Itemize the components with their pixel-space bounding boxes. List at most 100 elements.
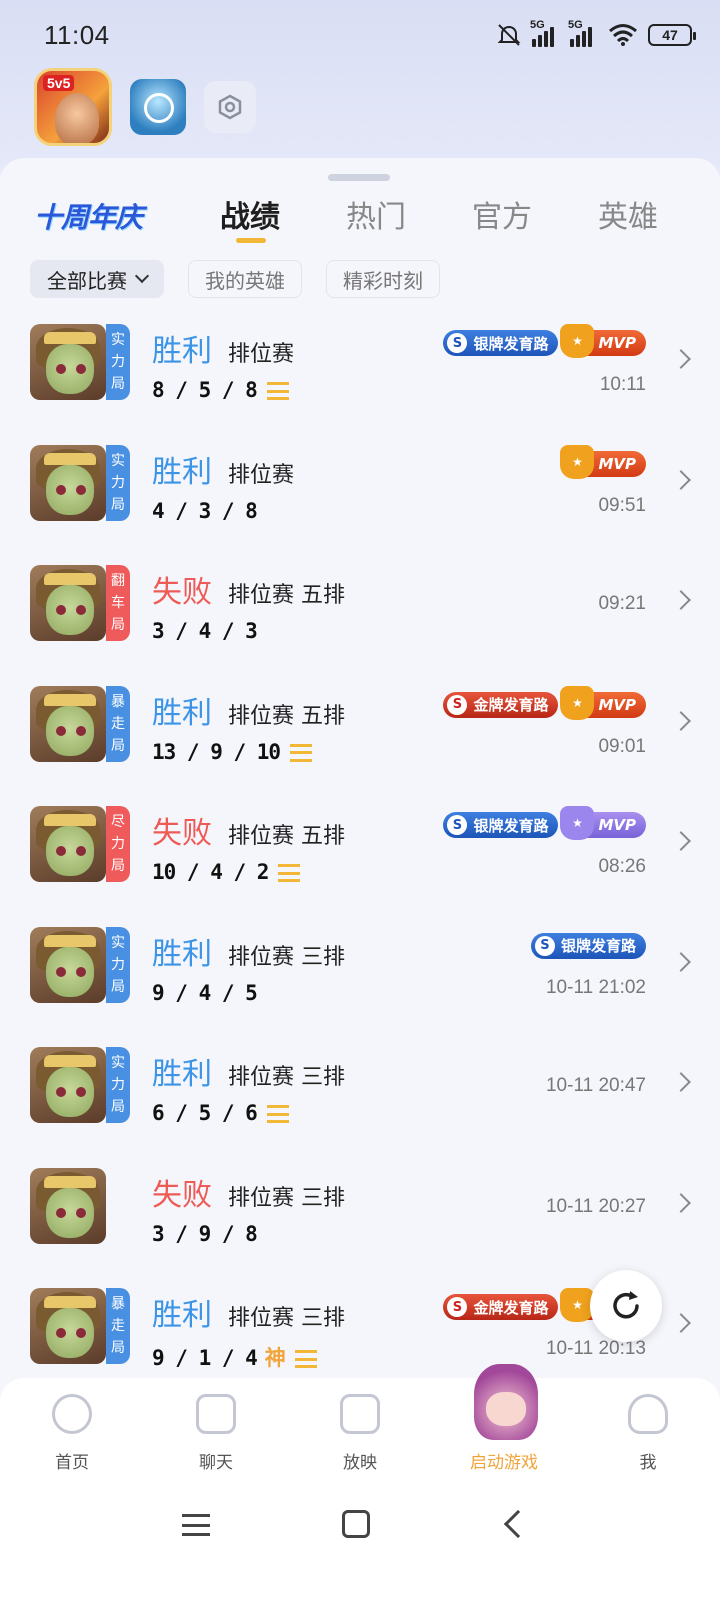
nav-chat[interactable]: 聊天 [144, 1378, 288, 1488]
match-mode: 排位赛 五排 [228, 703, 345, 729]
medal-icon: S [447, 815, 468, 835]
nav-chat-label: 聊天 [199, 1453, 233, 1473]
match-mode: 排位赛 五排 [228, 583, 345, 608]
tier-label: 暴走局 [106, 685, 130, 762]
nav-launch-game[interactable]: 启动游戏 [432, 1364, 576, 1488]
back-icon[interactable] [503, 1509, 533, 1539]
match-result: 失败 [152, 575, 212, 610]
badge-group: S 银牌发育路 ★ MVP [443, 324, 646, 358]
details-menu-icon [294, 1350, 317, 1368]
chevron-right-icon [671, 951, 691, 972]
tier-label: 暴走局 [106, 1288, 130, 1364]
compass-icon [52, 1394, 92, 1434]
chevron-right-icon [671, 1072, 691, 1092]
nav-me[interactable]: 我 [576, 1378, 720, 1488]
match-row[interactable]: 实力局胜利 排位赛 4 / 3 / 8 ★ MVP 09:51 [0, 444, 720, 565]
details-menu-icon [266, 1105, 289, 1123]
match-mode: 排位赛 三排 [228, 1185, 345, 1211]
home-icon[interactable] [342, 1510, 370, 1538]
anniversary-logo: 十周年庆 [34, 201, 143, 234]
kda: 13 / 9 / 10 [152, 740, 313, 764]
tab-records[interactable]: 战绩 [220, 192, 346, 243]
tier-label: 实力局 [106, 926, 130, 1003]
lane-medal-badge: S 银牌发育路 [443, 812, 559, 838]
match-time: 10-11 20:47 [545, 1075, 646, 1096]
kda: 4 / 3 / 8 [152, 498, 258, 523]
trophy-icon: ★ [560, 685, 595, 720]
match-time: 09:01 [598, 735, 646, 757]
match-row[interactable]: 实力局胜利 排位赛 8 / 5 / 8 S 银牌发育路 ★ MVP 10:11 [0, 324, 720, 444]
drag-handle[interactable] [328, 174, 390, 181]
medal-icon: S [447, 1297, 468, 1317]
match-time: 09:51 [598, 494, 646, 516]
tier-label: 实力局 [106, 444, 130, 521]
kda: 9 / 4 / 5 [152, 980, 258, 1005]
match-mode: 排位赛 三排 [228, 1065, 345, 1090]
tab-heroes[interactable]: 英雄 [598, 192, 720, 236]
status-bar: 11:04 5G 5G 47 [0, 0, 720, 68]
user-icon [628, 1394, 668, 1434]
secondary-app-icon[interactable] [130, 79, 186, 135]
chevron-right-icon [671, 349, 691, 369]
nav-home-label: 首页 [55, 1453, 89, 1473]
match-row[interactable]: 暴走局胜利 排位赛 五排 13 / 9 / 10 S 金牌发育路 ★ MVP 09:01 [0, 685, 720, 806]
mvp-badge: ★MVP [560, 324, 646, 358]
kda: 8 / 5 / 8 [152, 378, 289, 402]
recents-icon[interactable] [182, 1514, 210, 1536]
match-time: 08:26 [598, 856, 646, 877]
my-heroes-filter[interactable]: 我的英雄 [188, 260, 302, 298]
trophy-icon: ★ [560, 444, 595, 479]
match-row[interactable]: 翻车局失败 排位赛 五排 3 / 4 / 3 09:21 [0, 565, 720, 685]
kda: 9 / 1 / 4神 [152, 1342, 317, 1372]
chevron-right-icon [671, 1192, 691, 1213]
nav-launch-game-label: 启动游戏 [470, 1453, 538, 1473]
badge-group: S 银牌发育路 ★ MVP [443, 806, 646, 840]
tab-official[interactable]: 官方 [472, 192, 598, 236]
tab-hot[interactable]: 热门 [346, 192, 472, 236]
system-nav-bar [0, 1488, 720, 1600]
hero-avatar [30, 1167, 106, 1244]
mvp-badge: ★MVP [560, 806, 646, 840]
signal-1-icon: 5G [530, 19, 560, 47]
match-row[interactable]: 实力局胜利 排位赛 三排 6 / 5 / 6 10-11 20:47 [0, 1047, 720, 1167]
details-menu-icon [290, 743, 313, 762]
details-menu-icon [266, 382, 289, 400]
match-result: 失败 [152, 1177, 212, 1213]
match-result: 胜利 [152, 1057, 212, 1092]
nav-broadcast[interactable]: 放映 [288, 1378, 432, 1488]
refresh-button[interactable] [590, 1270, 662, 1342]
tv-icon [340, 1394, 380, 1434]
lane-medal-badge: S 银牌发育路 [530, 932, 646, 959]
refresh-icon [613, 1291, 639, 1319]
hexagon-settings-icon[interactable] [204, 81, 256, 133]
hero-avatar [30, 324, 106, 400]
match-row[interactable]: 实力局胜利 排位赛 三排 9 / 4 / 5 S 银牌发育路 10-11 21:02 [0, 926, 720, 1047]
honor-of-kings-app-icon[interactable]: 5v5 [34, 68, 112, 146]
recent-apps: 5v5 [34, 68, 256, 146]
kda: 3 / 9 / 8 [152, 1221, 258, 1246]
match-time: 10-11 20:27 [545, 1195, 646, 1217]
match-result: 失败 [152, 816, 212, 851]
medal-icon: S [534, 935, 555, 956]
lane-medal-badge: S 金牌发育路 [443, 1294, 559, 1320]
match-row[interactable]: 失败 排位赛 三排 3 / 9 / 8 10-11 20:27 [0, 1167, 720, 1288]
badge-group: S金牌发育路★MVP [443, 685, 646, 720]
badge-group: S 银牌发育路 [530, 932, 646, 959]
lane-medal-badge: S 银牌发育路 [443, 330, 559, 356]
all-matches-dropdown[interactable]: 全部比赛 [30, 260, 164, 298]
nav-home[interactable]: 首页 [0, 1378, 144, 1488]
highlights-filter[interactable]: 精彩时刻 [326, 260, 440, 298]
chevron-right-icon [671, 710, 691, 731]
tier-label: 实力局 [106, 1047, 130, 1123]
nav-me-label: 我 [639, 1453, 657, 1473]
bottom-nav: 首页 聊天 放映 启动游戏 我 [0, 1364, 720, 1488]
badge-group: ★ MVP [560, 444, 646, 479]
match-mode: 排位赛 三排 [228, 944, 345, 970]
match-mode: 排位赛 五排 [228, 824, 345, 849]
status-time: 11:04 [44, 20, 110, 50]
chevron-down-icon [134, 268, 150, 284]
kda: 10 / 4 / 2 [152, 860, 301, 884]
match-row[interactable]: 尽力局失败 排位赛 五排 10 / 4 / 2 S 银牌发育路 ★ MVP 08:26 [0, 806, 720, 926]
chevron-right-icon [671, 831, 691, 851]
chevron-right-icon [671, 1313, 691, 1333]
